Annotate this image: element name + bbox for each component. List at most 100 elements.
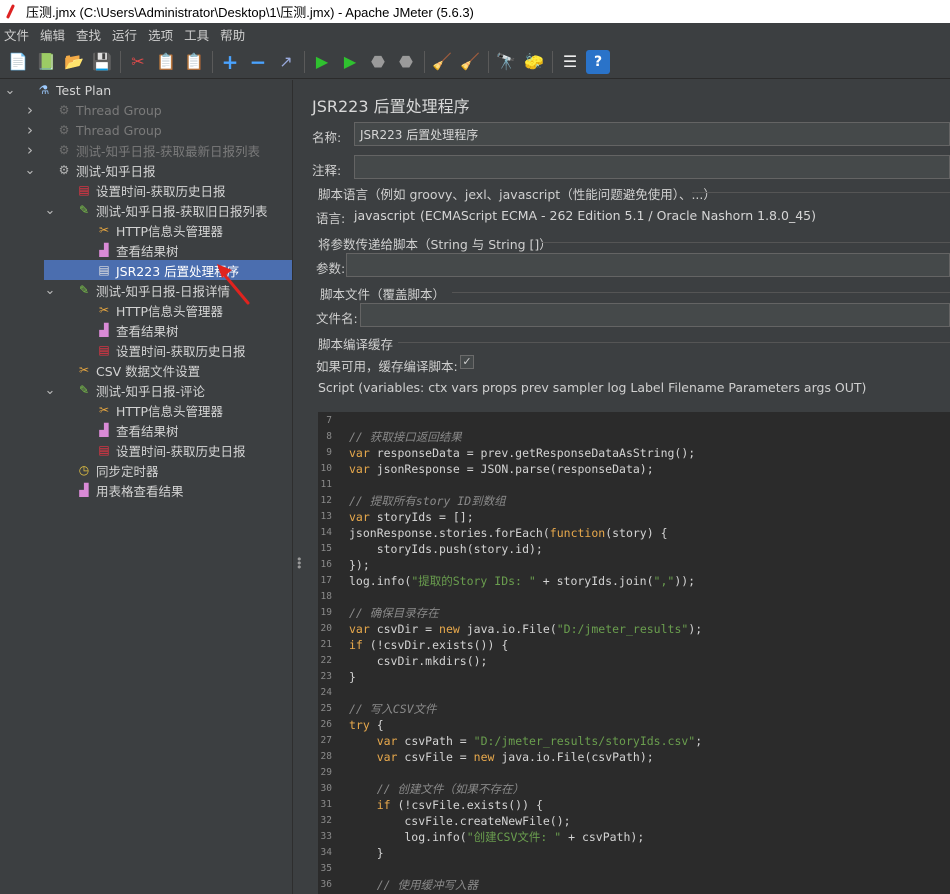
tree-node-label: 查看结果树 — [116, 243, 179, 259]
chevron-right-icon[interactable]: › — [24, 101, 36, 119]
toggle-icon[interactable]: ↗ — [274, 50, 298, 74]
menu-item[interactable]: 文件 — [4, 25, 35, 44]
filename-label: 文件名: — [316, 311, 358, 326]
tree-node[interactable]: ✂ CSV 数据文件设置 — [76, 360, 200, 380]
tree-node[interactable]: ⚙ Thread Group — [56, 120, 162, 140]
tree-node[interactable]: ▤ JSR223 后置处理程序 — [44, 260, 292, 280]
tree-node[interactable]: ✎ 测试-知乎日报-日报详情 — [76, 280, 230, 300]
chevron-down-icon[interactable]: ⌄ — [4, 83, 16, 98]
script-file-section: 脚本文件（覆盖脚本） — [320, 287, 446, 302]
save-icon[interactable]: 💾 — [90, 50, 114, 74]
chevron-down-icon[interactable]: ⌄ — [24, 163, 36, 178]
tree-node[interactable]: ✎ 测试-知乎日报-评论 — [76, 380, 205, 400]
start-no-pause-icon[interactable]: ▶ — [338, 50, 362, 74]
menu-item[interactable]: 帮助 — [220, 25, 251, 44]
shutdown-icon[interactable]: ⬣ — [394, 50, 418, 74]
clear-all-icon[interactable]: 🧹 — [458, 50, 482, 74]
name-field[interactable]: JSR223 后置处理程序 — [354, 122, 950, 146]
code-token: log.info( — [349, 574, 412, 588]
tree-node[interactable]: ▤ 设置时间-获取历史日报 — [96, 340, 245, 360]
tree-node[interactable]: ✂ HTTP信息头管理器 — [96, 400, 223, 420]
tree-node[interactable]: ⚗ Test Plan — [36, 80, 112, 100]
stop-icon[interactable]: ⬣ — [366, 50, 390, 74]
help-icon[interactable]: ? — [586, 49, 610, 74]
function-helper-icon[interactable]: ☰ — [558, 50, 582, 74]
code-line: 13 var storyIds = []; — [318, 509, 950, 525]
tree-node[interactable]: ▟ 查看结果树 — [96, 320, 179, 340]
menu-item[interactable]: 选项 — [148, 25, 179, 44]
new-icon[interactable]: 📄 — [6, 50, 30, 74]
tree-node[interactable]: ◷ 同步定时器 — [76, 460, 159, 480]
tree-node[interactable]: ▤ 设置时间-获取历史日报 — [96, 440, 246, 460]
code-token: new — [439, 622, 460, 636]
tree-node[interactable]: ▤ 设置时间-获取历史日报 — [76, 180, 226, 200]
test-plan-tree[interactable]: ⌄ ⚗ Test Plan › ⚙ Thread Group › ⚙ Thread Group ›… — [0, 80, 292, 894]
line-number: 32 — [320, 815, 332, 826]
tree-node-label: 测试-知乎日报-获取旧日报列表 — [96, 203, 268, 219]
open-icon[interactable]: 📂 — [62, 50, 86, 74]
code-line: 31 if (!csvFile.exists()) { — [318, 797, 950, 813]
search-icon[interactable]: 🔭 — [494, 50, 518, 74]
chevron-right-icon[interactable]: › — [24, 141, 36, 159]
code-token: // 确保目录存在 — [349, 606, 439, 620]
tree-node[interactable]: ⚙ 测试-知乎日报-获取最新日报列表 — [56, 140, 260, 160]
toolbar-separator — [212, 50, 213, 73]
parameters-section: 将参数传递给脚本（String 与 String []） — [318, 237, 552, 252]
start-icon[interactable]: ▶ — [310, 50, 334, 74]
tree-node[interactable]: ✂ HTTP信息头管理器 — [96, 220, 223, 240]
line-number: 24 — [320, 687, 332, 698]
paste-icon[interactable]: 📋 — [182, 50, 206, 74]
language-select[interactable]: javascript — [354, 208, 415, 223]
parameters-field[interactable] — [346, 253, 950, 277]
copy-icon[interactable]: 📋 — [154, 50, 178, 74]
code-text: var csvPath = "D:/jmeter_results/storyId… — [349, 733, 702, 749]
script-editor[interactable]: 7 8 // 获取接口返回结果 9 var responseData = prev.ge… — [318, 412, 950, 894]
code-token: log.info( — [349, 830, 467, 844]
line-number: 18 — [320, 591, 332, 602]
code-text: // 使用缓冲写入器 — [349, 877, 478, 893]
code-token: var — [349, 510, 370, 524]
menu-item[interactable]: 运行 — [112, 25, 143, 44]
tree-node[interactable]: ✂ HTTP信息头管理器 — [96, 300, 223, 320]
code-token: }); — [349, 558, 370, 572]
tree-node-label: 查看结果树 — [116, 423, 179, 439]
line-number: 30 — [320, 783, 332, 794]
code-line: 21 if (!csvDir.exists()) { — [318, 637, 950, 653]
tree-node-label: 查看结果树 — [116, 323, 179, 339]
templates-icon[interactable]: 📗 — [34, 50, 58, 74]
tree-node[interactable]: ▟ 查看结果树 — [96, 240, 179, 260]
language-label: 语言: — [316, 211, 346, 226]
cut-icon[interactable]: ✂ — [126, 50, 150, 74]
tree-node[interactable]: ▟ 查看结果树 — [96, 420, 179, 440]
code-token: } — [349, 846, 384, 860]
chevron-down-icon[interactable]: ⌄ — [44, 383, 56, 398]
tree-node[interactable]: ⚙ Thread Group — [56, 100, 162, 120]
chevron-down-icon[interactable]: ⌄ — [44, 283, 56, 298]
menu-item[interactable]: 查找 — [76, 25, 107, 44]
line-number: 20 — [320, 623, 332, 634]
collapse-icon[interactable]: − — [246, 50, 270, 74]
cache-checkbox[interactable]: ✓ — [460, 355, 474, 369]
comment-field[interactable] — [354, 155, 950, 179]
chevron-down-icon[interactable]: ⌄ — [44, 203, 56, 218]
expand-icon[interactable]: + — [218, 50, 242, 74]
tree-node[interactable]: ✎ 测试-知乎日报-获取旧日报列表 — [76, 200, 268, 220]
clear-icon[interactable]: 🧹 — [430, 50, 454, 74]
panel-splitter[interactable]: • • • — [292, 80, 303, 894]
menu-item[interactable]: 编辑 — [40, 25, 71, 44]
tree-node-label: 设置时间-获取历史日报 — [116, 443, 246, 459]
tree-node[interactable]: ▟ 用表格查看结果 — [76, 480, 183, 500]
gear-icon: ⚙ — [58, 103, 70, 117]
tree-node-label: 设置时间-获取历史日报 — [96, 183, 226, 199]
chevron-right-icon[interactable]: › — [24, 121, 36, 139]
code-line: 29 — [318, 765, 950, 781]
menu-item[interactable]: 工具 — [184, 25, 215, 44]
reset-search-icon[interactable]: 🧽 — [522, 50, 546, 74]
jsr223-config-panel: JSR223 后置处理程序 名称: JSR223 后置处理程序 注释: 脚本语言… — [302, 80, 950, 894]
tree-node[interactable]: ⚙ 测试-知乎日报 — [56, 160, 156, 180]
filename-field[interactable] — [360, 303, 950, 327]
code-token: )); — [674, 574, 696, 588]
